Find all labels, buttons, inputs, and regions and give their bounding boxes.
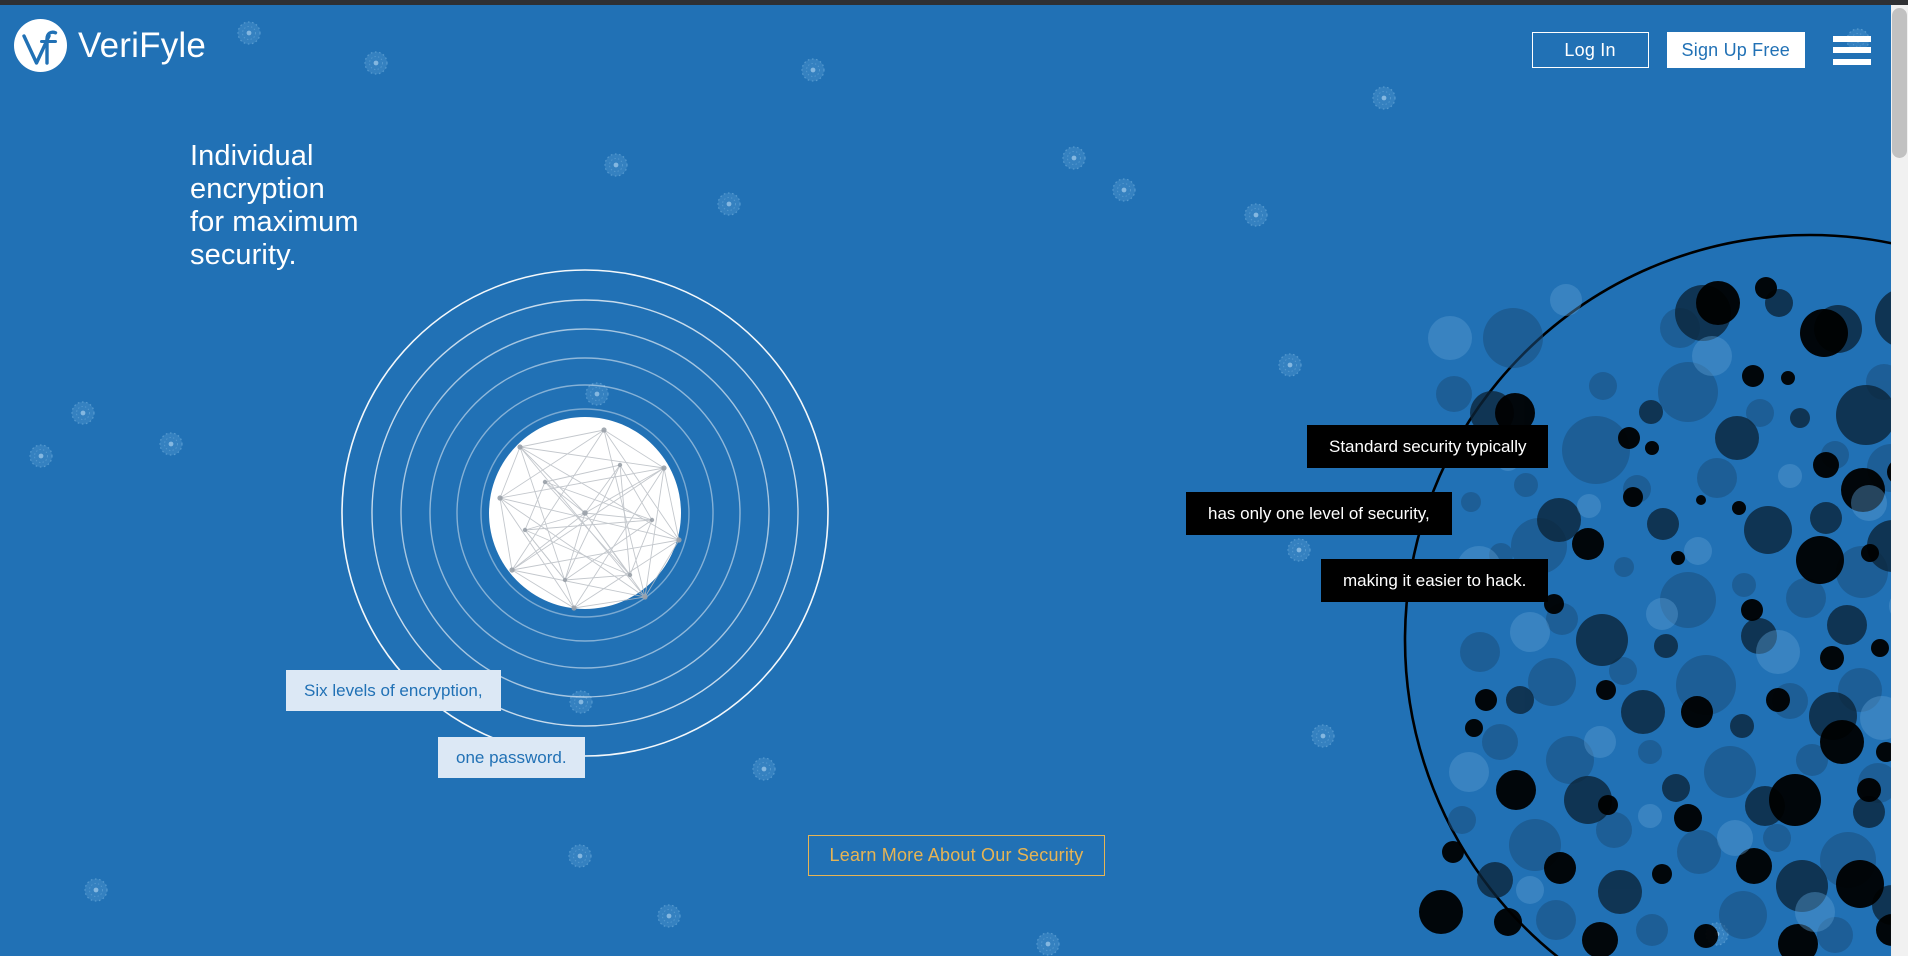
caption-one-password: one password. xyxy=(438,737,585,778)
header-actions: Log In Sign Up Free xyxy=(1531,32,1871,68)
login-button[interactable]: Log In xyxy=(1531,32,1649,68)
brand-name: VeriFyle xyxy=(78,26,207,65)
hamburger-bar-1 xyxy=(1833,35,1871,42)
caption-six-levels: Six levels of encryption, xyxy=(286,670,501,711)
hero-headline: Individual encryption for maximum securi… xyxy=(190,140,359,271)
page-scrollbar-thumb[interactable] xyxy=(1892,8,1907,158)
caption-one-level: has only one level of security, xyxy=(1186,492,1452,535)
browser-chrome-strip xyxy=(0,0,1908,5)
hamburger-bar-3 xyxy=(1833,58,1871,65)
caption-easier-to-hack: making it easier to hack. xyxy=(1321,559,1549,602)
brand-logo-link[interactable]: VeriFyle xyxy=(14,19,206,72)
hero-page: VeriFyle Log In Sign Up Free Individual … xyxy=(0,0,1908,956)
verifyle-logo-icon xyxy=(14,19,67,72)
caption-standard-security: Standard security typically xyxy=(1307,425,1549,468)
hamburger-bar-2 xyxy=(1833,47,1871,53)
site-header: VeriFyle Log In Sign Up Free xyxy=(0,5,1891,90)
hamburger-menu-icon[interactable] xyxy=(1833,35,1871,65)
learn-more-security-button[interactable]: Learn More About Our Security xyxy=(808,835,1105,876)
signup-button[interactable]: Sign Up Free xyxy=(1666,32,1805,68)
